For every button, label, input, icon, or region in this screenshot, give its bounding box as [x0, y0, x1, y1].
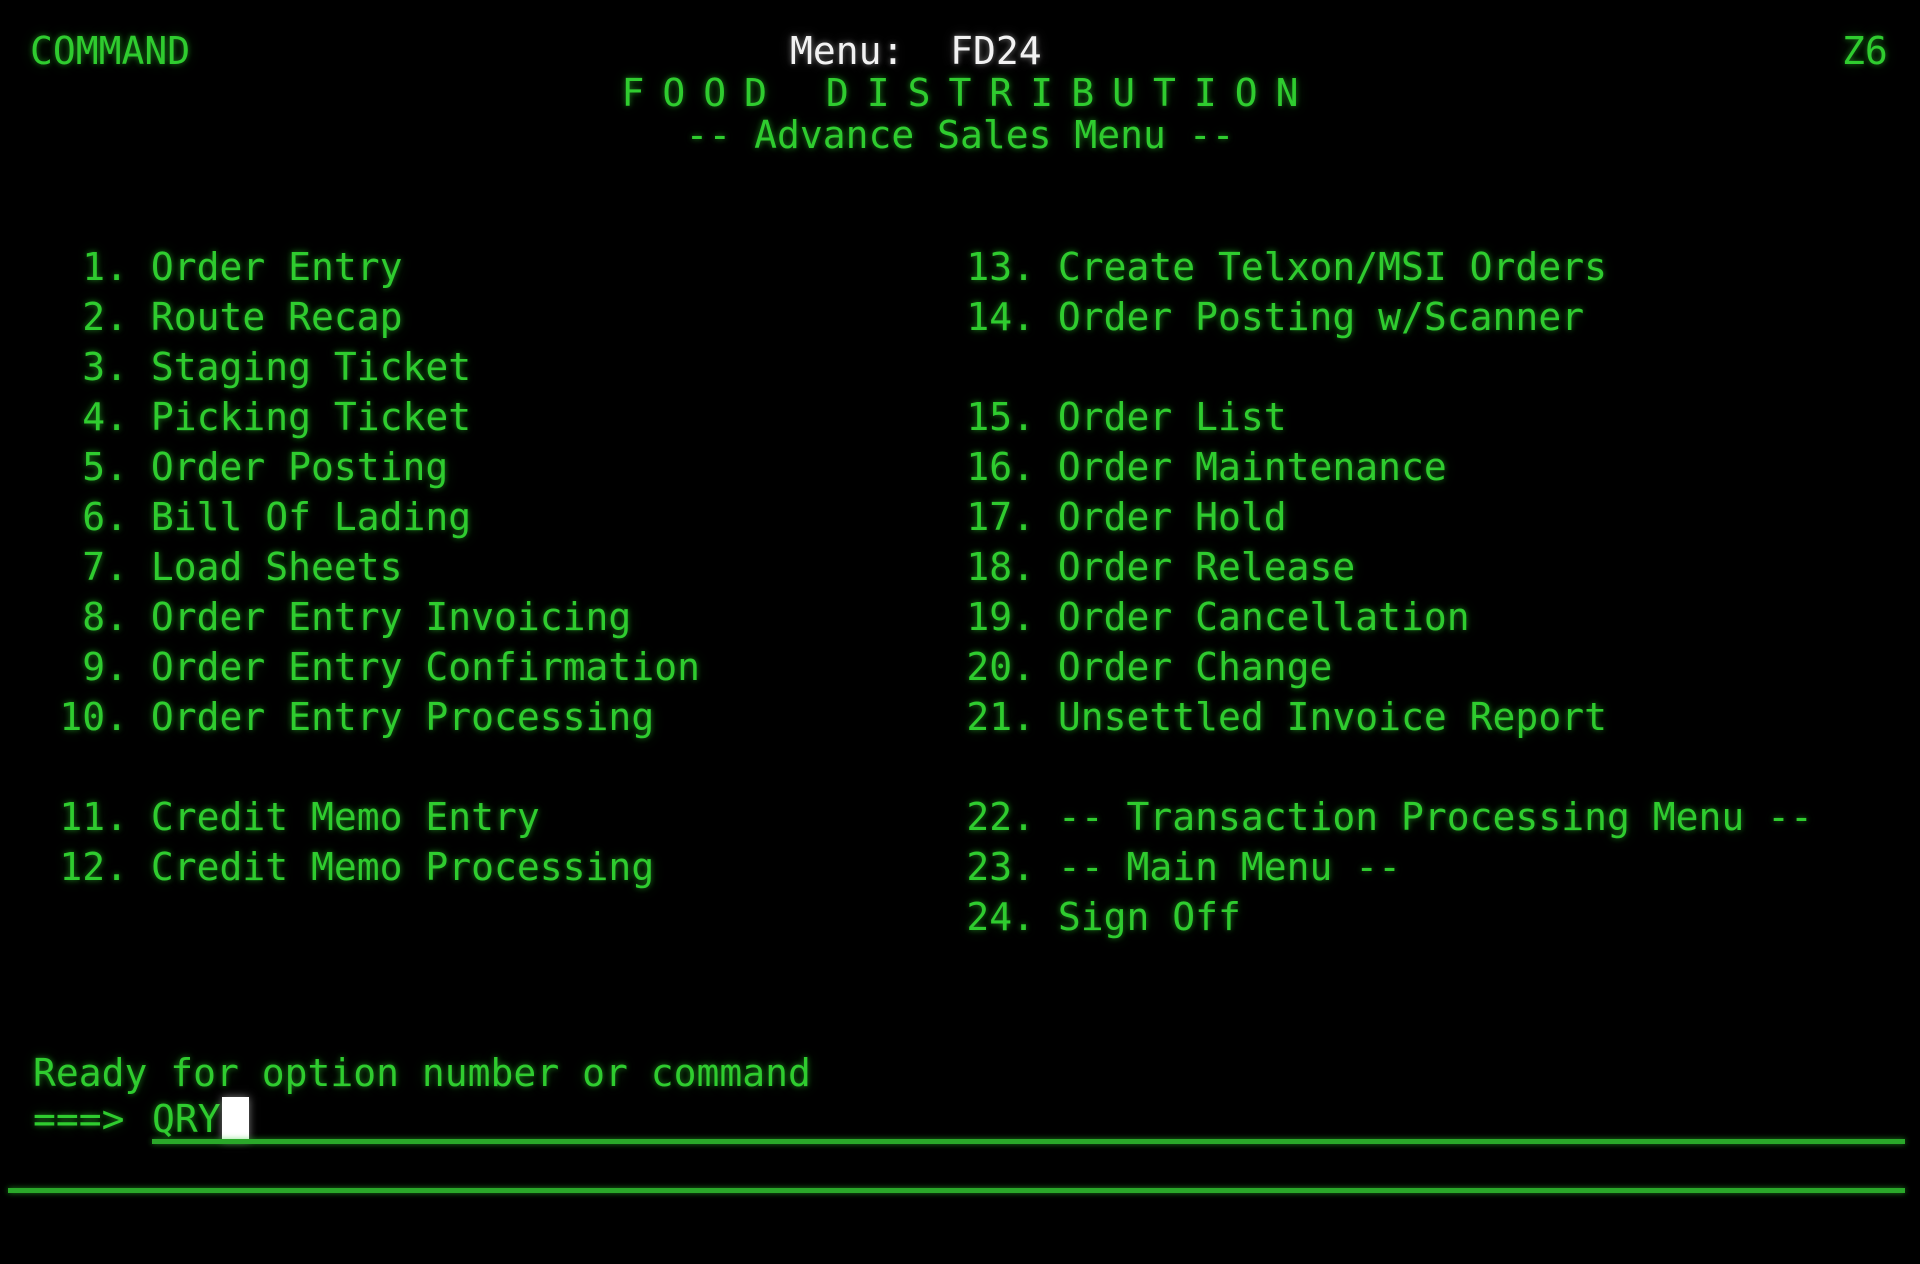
- menu-item[interactable]: 10. Order Entry Processing: [33, 692, 700, 742]
- menu-item[interactable]: 24. Sign Off: [940, 892, 1813, 942]
- menu-item[interactable]: 16. Order Maintenance: [940, 442, 1813, 492]
- menu-item-number: 8.: [82, 595, 128, 639]
- menu-item-label: Bill Of Lading: [128, 495, 472, 539]
- menu-item-number: 22.: [966, 795, 1035, 839]
- menu-item-number: 18.: [966, 545, 1035, 589]
- menu-item[interactable]: 3. Staging Ticket: [33, 342, 700, 392]
- menu-item-number: 21.: [966, 695, 1035, 739]
- menu-item-label: Create Telxon/MSI Orders: [1035, 245, 1607, 289]
- menu-spacer: [940, 742, 1813, 792]
- application-title: FOOD DISTRIBUTION: [621, 71, 1317, 115]
- menu-item[interactable]: 9. Order Entry Confirmation: [33, 642, 700, 692]
- menu-item[interactable]: 13. Create Telxon/MSI Orders: [940, 242, 1813, 292]
- menu-item[interactable]: 17. Order Hold: [940, 492, 1813, 542]
- menu-item[interactable]: 22. -- Transaction Processing Menu --: [940, 792, 1813, 842]
- menu-item-number: 16.: [966, 445, 1035, 489]
- menu-identifier: Menu: FD24: [790, 29, 1042, 73]
- menu-item-label: Order Change: [1035, 645, 1333, 689]
- menu-column-left: 1. Order Entry 2. Route Recap 3. Staging T…: [33, 242, 700, 892]
- menu-item-number: 24.: [966, 895, 1035, 939]
- menu-item[interactable]: 2. Route Recap: [33, 292, 700, 342]
- menu-item[interactable]: 7. Load Sheets: [33, 542, 700, 592]
- menu-item-label: Order Entry Confirmation: [128, 645, 700, 689]
- menu-item-label: Staging Ticket: [128, 345, 472, 389]
- command-input[interactable]: QRY: [152, 1098, 221, 1140]
- menu-item-label: Sign Off: [1035, 895, 1241, 939]
- menu-item-number: 17.: [966, 495, 1035, 539]
- menu-item-number: 19.: [966, 595, 1035, 639]
- menu-item-number: 7.: [82, 545, 128, 589]
- menu-spacer: [33, 742, 700, 792]
- menu-item-label: Order Maintenance: [1035, 445, 1447, 489]
- menu-item-number: 2.: [82, 295, 128, 339]
- menu-subtitle: -- Advance Sales Menu --: [685, 113, 1235, 157]
- menu-item-number: 4.: [82, 395, 128, 439]
- menu-item[interactable]: 8. Order Entry Invoicing: [33, 592, 700, 642]
- menu-item[interactable]: 19. Order Cancellation: [940, 592, 1813, 642]
- menu-item[interactable]: 1. Order Entry: [33, 242, 700, 292]
- menu-item[interactable]: 20. Order Change: [940, 642, 1813, 692]
- menu-item[interactable]: 11. Credit Memo Entry: [33, 792, 700, 842]
- menu-item-number: 12.: [59, 845, 128, 889]
- menu-item-label: Order Release: [1035, 545, 1356, 589]
- menu-item[interactable]: 6. Bill Of Lading: [33, 492, 700, 542]
- text-cursor: [222, 1097, 249, 1141]
- menu-item-number: 11.: [59, 795, 128, 839]
- menu-item[interactable]: 14. Order Posting w/Scanner: [940, 292, 1813, 342]
- menu-item-label: -- Main Menu --: [1035, 845, 1402, 889]
- menu-item[interactable]: 21. Unsettled Invoice Report: [940, 692, 1813, 742]
- menu-item-label: Load Sheets: [128, 545, 403, 589]
- menu-item[interactable]: 4. Picking Ticket: [33, 392, 700, 442]
- menu-item-number: 15.: [966, 395, 1035, 439]
- menu-item[interactable]: 23. -- Main Menu --: [940, 842, 1813, 892]
- menu-item-label: Order Entry Invoicing: [128, 595, 632, 639]
- menu-item-label: Order List: [1035, 395, 1287, 439]
- menu-item-label: Order Cancellation: [1035, 595, 1470, 639]
- menu-item-label: Credit Memo Processing: [128, 845, 655, 889]
- menu-item[interactable]: 18. Order Release: [940, 542, 1813, 592]
- menu-item-label: Order Hold: [1035, 495, 1287, 539]
- menu-item-number: 20.: [966, 645, 1035, 689]
- session-identifier: Z6: [1842, 29, 1888, 73]
- menu-item-label: Order Entry: [128, 245, 403, 289]
- menu-item-label: Order Posting w/Scanner: [1035, 295, 1585, 339]
- menu-item[interactable]: 15. Order List: [940, 392, 1813, 442]
- menu-item-label: -- Transaction Processing Menu --: [1035, 795, 1813, 839]
- menu-item-number: 3.: [82, 345, 128, 389]
- menu-item-number: 6.: [82, 495, 128, 539]
- menu-item-number: 23.: [966, 845, 1035, 889]
- menu-item-label: Route Recap: [128, 295, 403, 339]
- terminal-screen: COMMAND Menu: FD24 Z6 FOOD DISTRIBUTION …: [0, 0, 1920, 1264]
- status-message: Ready for option number or command: [33, 1051, 811, 1095]
- menu-item-label: Credit Memo Entry: [128, 795, 540, 839]
- menu-item-number: 10.: [59, 695, 128, 739]
- menu-item-number: 1.: [82, 245, 128, 289]
- menu-item-label: Order Posting: [128, 445, 449, 489]
- screen-bottom-rule: [8, 1188, 1905, 1193]
- menu-item-number: 14.: [966, 295, 1035, 339]
- menu-item-number: 9.: [82, 645, 128, 689]
- menu-item-label: Picking Ticket: [128, 395, 472, 439]
- menu-item-label: Order Entry Processing: [128, 695, 655, 739]
- command-input-underline: [152, 1139, 1905, 1144]
- prompt-arrow: ===>: [33, 1097, 125, 1141]
- menu-column-right: 13. Create Telxon/MSI Orders 14. Order Po…: [940, 242, 1813, 942]
- menu-item[interactable]: 5. Order Posting: [33, 442, 700, 492]
- menu-item[interactable]: 12. Credit Memo Processing: [33, 842, 700, 892]
- menu-item-number: 5.: [82, 445, 128, 489]
- command-label: COMMAND: [30, 29, 191, 73]
- menu-spacer: [940, 342, 1813, 392]
- menu-item-label: Unsettled Invoice Report: [1035, 695, 1607, 739]
- menu-item-number: 13.: [966, 245, 1035, 289]
